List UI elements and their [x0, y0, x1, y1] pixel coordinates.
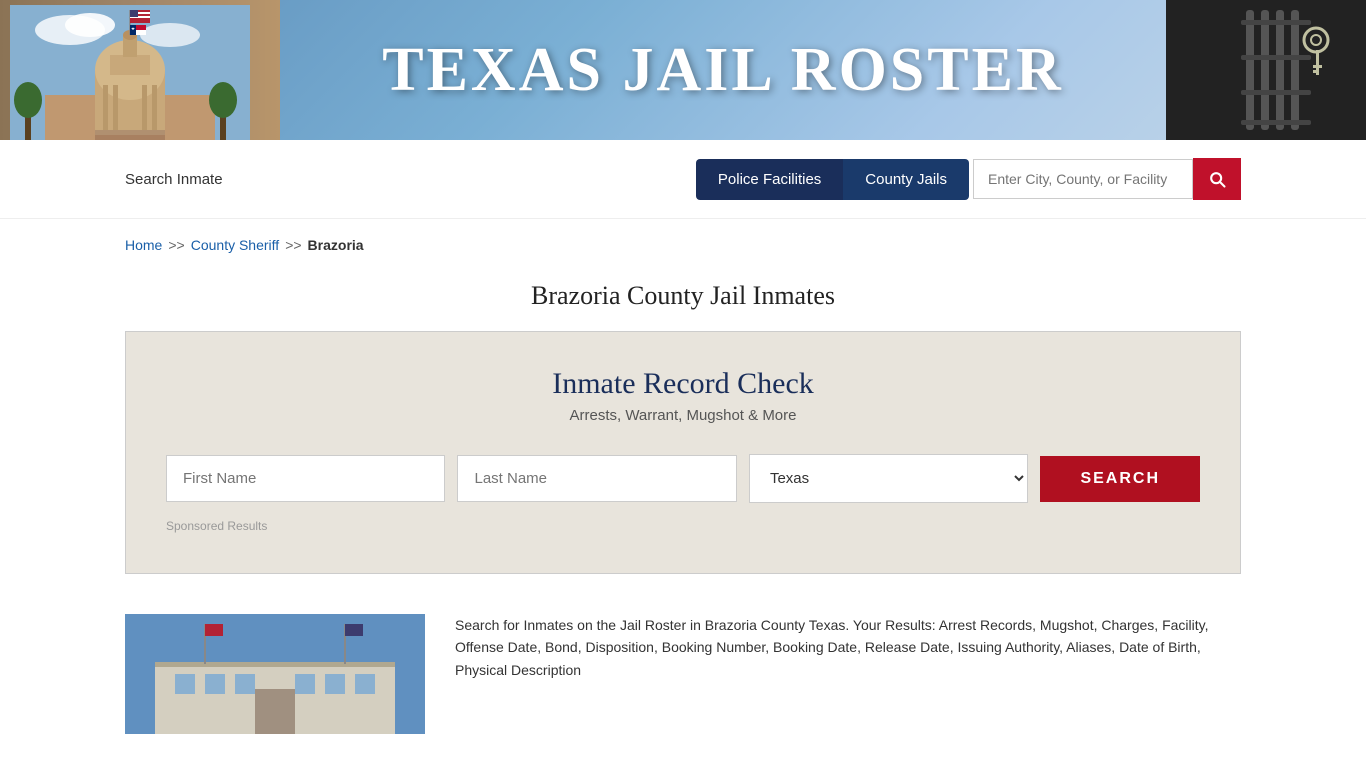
capitol-svg — [10, 5, 250, 140]
site-title: Texas Jail Roster — [382, 35, 1064, 106]
header-left-image — [0, 0, 280, 140]
sponsored-label: Sponsored Results — [166, 519, 1200, 533]
state-select[interactable]: AlabamaAlaskaArizonaArkansasCaliforniaCo… — [749, 454, 1028, 503]
police-facilities-button[interactable]: Police Facilities — [696, 159, 843, 200]
breadcrumb: Home >> County Sheriff >> Brazoria — [0, 219, 1366, 263]
record-search-button[interactable]: SEARCH — [1040, 456, 1200, 502]
nav-bar: Search Inmate Police Facilities County J… — [0, 140, 1366, 219]
breadcrumb-sep-1: >> — [168, 237, 184, 253]
header-banner: Texas Jail Roster — [0, 0, 1366, 140]
last-name-input[interactable] — [457, 455, 736, 502]
breadcrumb-current: Brazoria — [308, 237, 364, 253]
bottom-section: Search for Inmates on the Jail Roster in… — [0, 604, 1366, 754]
record-check-form: AlabamaAlaskaArizonaArkansasCaliforniaCo… — [166, 454, 1200, 503]
nav-right-section: Police Facilities County Jails — [696, 158, 1241, 200]
bottom-description: Search for Inmates on the Jail Roster in… — [455, 614, 1241, 681]
facility-thumbnail — [125, 614, 425, 734]
search-icon — [1207, 169, 1227, 189]
facility-image-svg — [125, 614, 425, 734]
record-check-title: Inmate Record Check — [166, 367, 1200, 401]
record-check-subtitle: Arrests, Warrant, Mugshot & More — [166, 407, 1200, 424]
header-right-image — [1166, 0, 1366, 140]
record-check-box: Inmate Record Check Arrests, Warrant, Mu… — [125, 331, 1241, 574]
nav-search-label: Search Inmate — [125, 171, 223, 188]
breadcrumb-county-sheriff-link[interactable]: County Sheriff — [191, 237, 279, 253]
first-name-input[interactable] — [166, 455, 445, 502]
header-title-area: Texas Jail Roster — [280, 35, 1166, 106]
breadcrumb-sep-2: >> — [285, 237, 301, 253]
nav-search-wrapper — [973, 158, 1241, 200]
facility-search-input[interactable] — [973, 159, 1193, 199]
breadcrumb-home-link[interactable]: Home — [125, 237, 162, 253]
page-title: Brazoria County Jail Inmates — [0, 281, 1366, 311]
page-title-area: Brazoria County Jail Inmates — [0, 263, 1366, 331]
jail-image-svg — [1166, 0, 1366, 140]
facility-search-button[interactable] — [1193, 158, 1241, 200]
county-jails-button[interactable]: County Jails — [843, 159, 969, 200]
